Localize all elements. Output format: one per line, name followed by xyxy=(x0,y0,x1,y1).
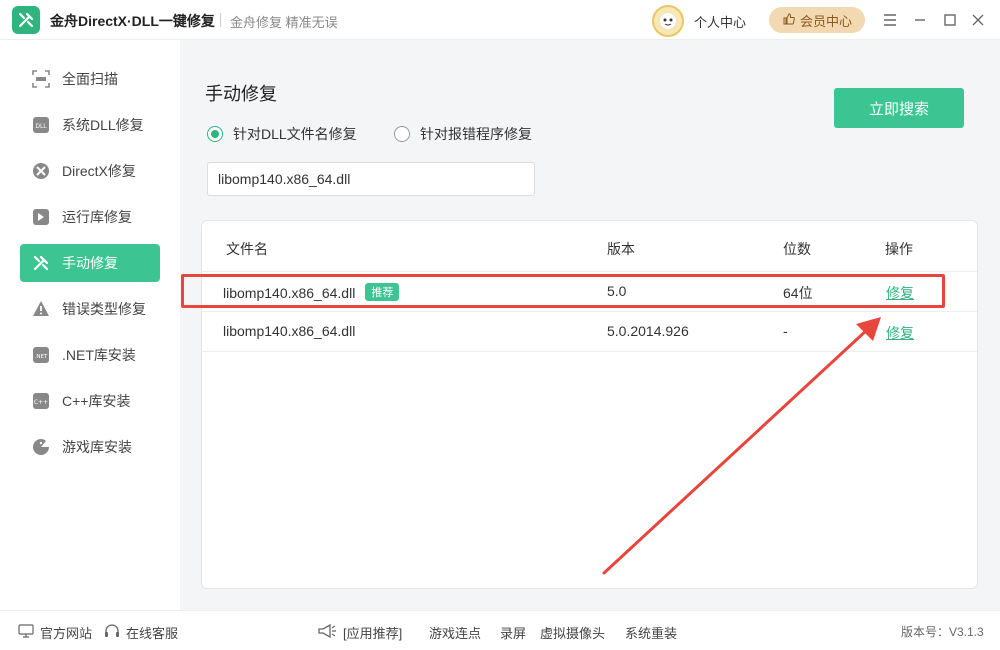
header-filename: 文件名 xyxy=(226,241,268,257)
radio-dll-filename[interactable]: 针对DLL文件名修复 xyxy=(207,124,357,144)
megaphone-icon xyxy=(317,623,337,642)
dotnet-icon: .NET xyxy=(32,346,50,364)
results-table: 文件名 版本 位数 操作 libomp140.x86_64.dll 推荐 5.0 … xyxy=(201,220,978,589)
vip-center-label: 会员中心 xyxy=(799,13,852,29)
minimize-icon[interactable] xyxy=(910,10,930,30)
wrench-icon xyxy=(32,254,50,272)
online-service-label: 在线客服 xyxy=(126,626,179,641)
recommended-badge: 推荐 xyxy=(365,283,400,301)
search-input[interactable] xyxy=(207,162,535,196)
sidebar-item-cpp[interactable]: C++ C++库安装 xyxy=(20,382,160,420)
radio-unchecked-icon[interactable] xyxy=(394,126,410,142)
vip-center-button[interactable]: 会员中心 xyxy=(769,7,865,33)
official-site-link[interactable]: 官方网站 xyxy=(18,623,92,642)
official-site-label: 官方网站 xyxy=(40,626,93,641)
header-action: 操作 xyxy=(885,241,913,257)
online-service-link[interactable]: 在线客服 xyxy=(104,623,178,642)
row-version: 5.0 xyxy=(607,283,627,299)
svg-text:.NET: .NET xyxy=(35,354,48,360)
sidebar-item-full-scan[interactable]: 全面扫描 xyxy=(20,60,160,98)
sidebar-item-label: DirectX修复 xyxy=(62,163,136,179)
app-recommend: [应用推荐] xyxy=(317,623,402,642)
sidebar-item-runtime[interactable]: 运行库修复 xyxy=(20,198,160,236)
sidebar-item-label: 运行库修复 xyxy=(62,209,132,225)
svg-text:DLL: DLL xyxy=(35,123,47,130)
table-row: libomp140.x86_64.dll 5.0.2014.926 - 修复 xyxy=(202,312,977,352)
directx-icon xyxy=(32,162,50,180)
main-panel: 手动修复 针对DLL文件名修复 针对报错程序修复 立即搜索 文件名 版本 位数 … xyxy=(180,40,1000,610)
runtime-icon xyxy=(32,208,50,226)
sidebar: 全面扫描 DLL 系统DLL修复 DirectX修复 运行库修复 手动修复 错误… xyxy=(0,40,180,610)
app-slogan: 金舟修复 精准无误 xyxy=(230,15,338,30)
game-icon xyxy=(32,438,50,456)
sidebar-item-label: C++库安装 xyxy=(62,393,131,409)
sidebar-item-label: 游戏库安装 xyxy=(62,439,132,455)
sidebar-item-directx[interactable]: DirectX修复 xyxy=(20,152,160,190)
monitor-icon xyxy=(18,624,34,641)
cpp-icon: C++ xyxy=(32,392,50,410)
radio-checked-icon[interactable] xyxy=(207,126,223,142)
header-bits: 位数 xyxy=(783,241,811,257)
sidebar-item-error-type[interactable]: 错误类型修复 xyxy=(20,290,160,328)
radio-error-program[interactable]: 针对报错程序修复 xyxy=(394,124,532,144)
filename-text: libomp140.x86_64.dll xyxy=(223,285,356,301)
header-version: 版本 xyxy=(607,241,635,257)
app-recommend-label: [应用推荐] xyxy=(343,626,403,641)
row-bits: - xyxy=(783,323,788,339)
title-bar: 金舟DirectX·DLL一键修复 金舟修复 精准无误 个人中心 会员中心 xyxy=(0,0,1000,40)
personal-center-link[interactable]: 个人中心 xyxy=(694,12,746,31)
search-button[interactable]: 立即搜索 xyxy=(834,88,964,128)
maximize-icon[interactable] xyxy=(940,10,960,30)
app-logo-icon xyxy=(12,6,40,34)
table-header: 文件名 版本 位数 操作 xyxy=(202,221,977,272)
repair-link[interactable]: 修复 xyxy=(886,323,914,343)
footer: 官方网站 在线客服 [应用推荐] 游戏连点 录屏 虚拟摄像头 系统重装 版本号：… xyxy=(0,610,1000,650)
dll-icon: DLL xyxy=(32,116,50,134)
version-label: 版本号：V3.1.3 xyxy=(901,625,984,639)
row-bits: 64位 xyxy=(783,285,813,301)
sidebar-item-label: .NET库安装 xyxy=(62,347,136,363)
footer-link-screen-record[interactable]: 录屏 xyxy=(500,623,526,642)
close-icon[interactable] xyxy=(968,10,988,30)
svg-text:C++: C++ xyxy=(34,399,48,406)
footer-link-virtual-camera[interactable]: 虚拟摄像头 xyxy=(540,623,605,642)
sidebar-item-manual-repair[interactable]: 手动修复 xyxy=(20,244,160,282)
app-title: 金舟DirectX·DLL一键修复 xyxy=(50,13,215,29)
sidebar-item-game[interactable]: 游戏库安装 xyxy=(20,428,160,466)
sidebar-item-label: 错误类型修复 xyxy=(62,301,146,317)
row-version: 5.0.2014.926 xyxy=(607,323,689,339)
sidebar-item-dotnet[interactable]: .NET .NET库安装 xyxy=(20,336,160,374)
menu-icon[interactable] xyxy=(880,10,900,30)
row-filename: libomp140.x86_64.dll 推荐 xyxy=(223,283,400,301)
sidebar-item-label: 全面扫描 xyxy=(62,71,118,87)
thumbs-up-icon xyxy=(782,12,796,29)
row-filename: libomp140.x86_64.dll xyxy=(223,323,356,339)
title-divider xyxy=(220,13,221,27)
radio-error-label: 针对报错程序修复 xyxy=(420,126,532,142)
headset-icon xyxy=(104,623,120,642)
sidebar-item-system-dll[interactable]: DLL 系统DLL修复 xyxy=(20,106,160,144)
radio-dll-label: 针对DLL文件名修复 xyxy=(233,126,357,142)
warning-icon xyxy=(32,300,50,318)
sidebar-item-label: 系统DLL修复 xyxy=(62,117,144,133)
repair-link[interactable]: 修复 xyxy=(886,283,914,303)
scan-icon xyxy=(32,70,50,88)
footer-link-system-reinstall[interactable]: 系统重装 xyxy=(625,623,677,642)
page-title: 手动修复 xyxy=(205,84,277,104)
table-row: libomp140.x86_64.dll 推荐 5.0 64位 修复 xyxy=(202,272,977,312)
avatar[interactable] xyxy=(652,5,684,37)
footer-link-game-clicker[interactable]: 游戏连点 xyxy=(429,623,481,642)
sidebar-item-label: 手动修复 xyxy=(62,255,118,271)
